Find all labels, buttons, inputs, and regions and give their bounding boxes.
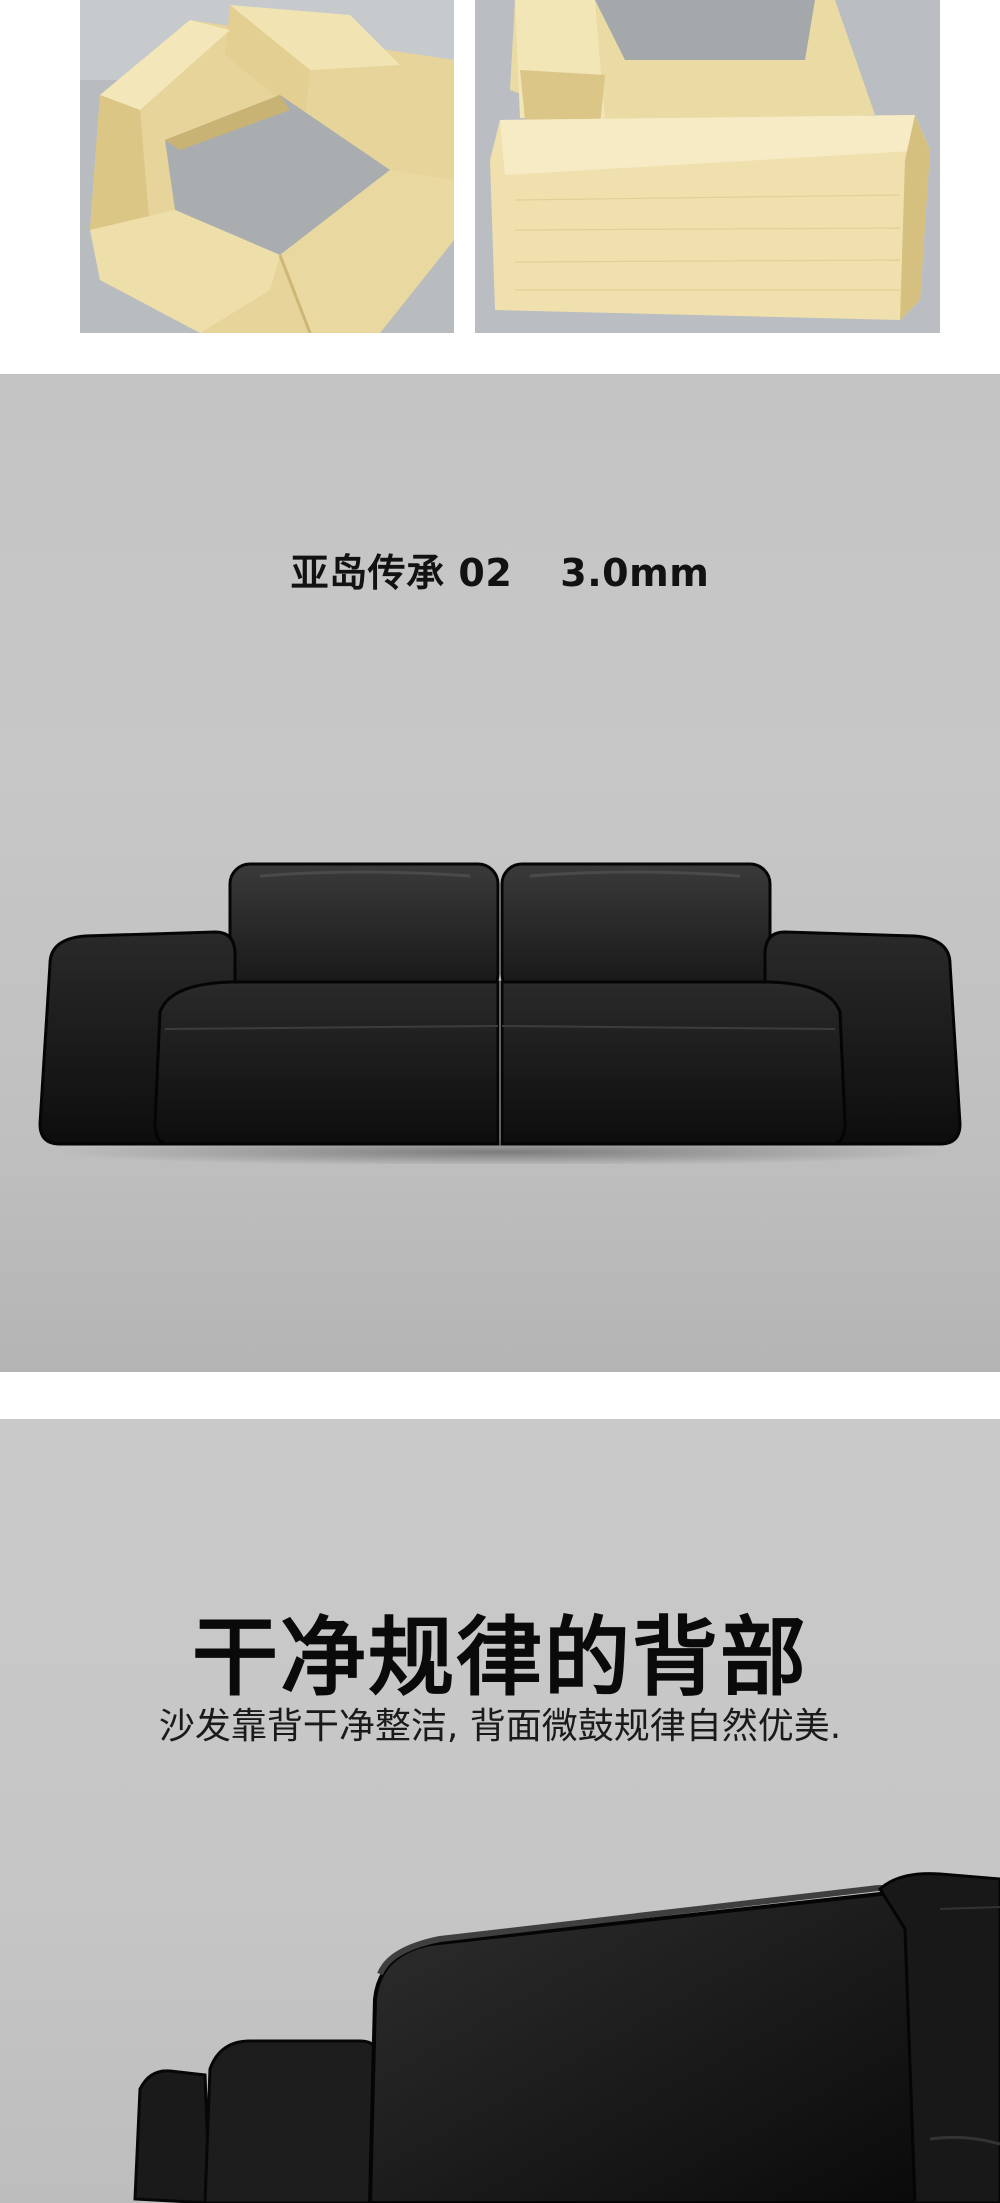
product-caption: 亚岛传承 02 3.0mm [0,542,1000,597]
back-detail-subtitle: 沙发靠背干净整洁, 背面微鼓规律自然优美. [158,1706,842,1747]
product-section: 亚岛传承 02 3.0mm [0,374,1000,1372]
black-leather-sofa-front-view [38,862,962,1164]
wood-frame-photo-right [475,0,940,333]
frame-photos-section [0,0,1000,374]
back-detail-title: 干净规律的背部 [192,1608,808,1708]
wood-frame-photo-left [80,0,454,333]
black-leather-sofa-back-closeup [133,1872,1000,2203]
product-model-name: 亚岛传承 02 [290,551,513,595]
leather-thickness: 3.0mm [560,551,710,595]
back-detail-section: 干净规律的背部 沙发靠背干净整洁, 背面微鼓规律自然优美. [0,1419,1000,2203]
